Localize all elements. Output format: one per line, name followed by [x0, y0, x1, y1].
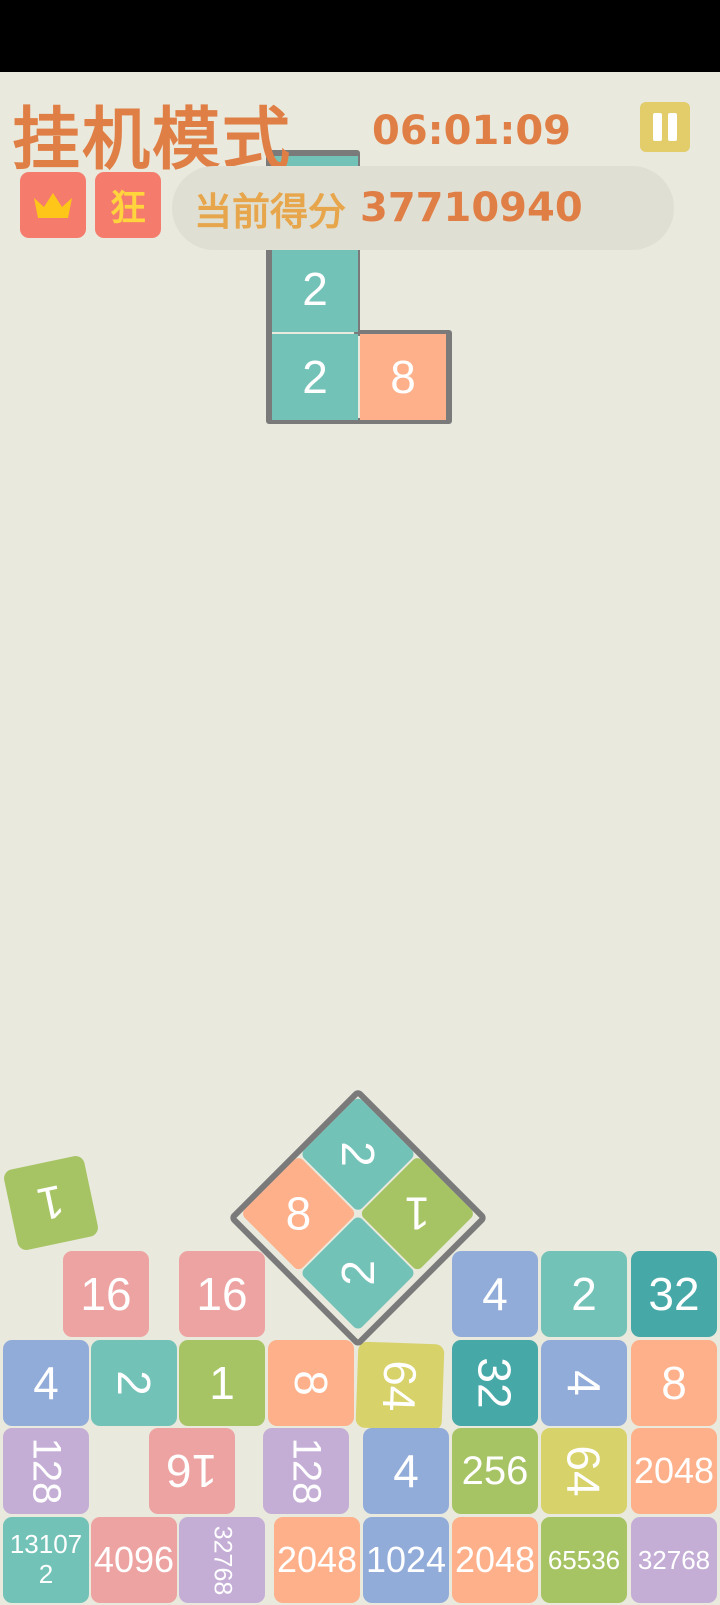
falling-piece-tile[interactable]: 2 — [272, 334, 358, 420]
board-tile[interactable]: 2048 — [631, 1428, 717, 1514]
board-tile[interactable]: 64 — [355, 1341, 445, 1431]
board-tile[interactable]: 64 — [541, 1428, 627, 1514]
score-value: 37710940 — [360, 185, 583, 231]
board-tile[interactable]: 32768 — [179, 1517, 265, 1603]
board-tile[interactable]: 4 — [541, 1340, 627, 1426]
board-tile[interactable]: 2 — [91, 1340, 177, 1426]
score-display: 当前得分 37710940 — [172, 166, 674, 250]
board-tile[interactable]: 2048 — [274, 1517, 360, 1603]
board-tile[interactable]: 8 — [631, 1340, 717, 1426]
score-label: 当前得分 — [194, 189, 347, 234]
board-tile[interactable]: 131072 — [3, 1517, 89, 1603]
board-tile[interactable]: 4096 — [91, 1517, 177, 1603]
board-tile[interactable]: 8 — [268, 1340, 354, 1426]
falling-piece-tile[interactable]: 8 — [360, 334, 446, 420]
board-tile[interactable]: 4 — [363, 1428, 449, 1514]
board-tile[interactable]: 32 — [631, 1251, 717, 1337]
board-tile[interactable]: 16 — [179, 1251, 265, 1337]
board-tile[interactable]: 4 — [3, 1340, 89, 1426]
timer: 06:01:09 — [372, 108, 571, 154]
board-tile[interactable]: 32 — [452, 1340, 538, 1426]
board-tile[interactable]: 128 — [263, 1428, 349, 1514]
crown-icon — [34, 193, 72, 218]
loose-tile[interactable]: 1 — [2, 1154, 100, 1252]
board-tile[interactable]: 128 — [3, 1428, 89, 1514]
board-tile[interactable]: 65536 — [541, 1517, 627, 1603]
board-tile[interactable]: 256 — [452, 1428, 538, 1514]
board-tile[interactable]: 1024 — [363, 1517, 449, 1603]
board-tile[interactable]: 2048 — [452, 1517, 538, 1603]
board-tile[interactable]: 2 — [541, 1251, 627, 1337]
tile-value-wrapped: 131072 — [9, 1529, 83, 1589]
board-tile[interactable]: 16 — [63, 1251, 149, 1337]
board-tile[interactable]: 16 — [149, 1428, 235, 1514]
frenzy-badge[interactable]: 狂 — [95, 172, 161, 238]
falling-piece-tile[interactable]: 2 — [272, 246, 358, 332]
status-bar — [0, 0, 720, 72]
board-tile[interactable]: 1 — [179, 1340, 265, 1426]
pause-button[interactable] — [640, 102, 690, 152]
board-tile[interactable]: 4 — [452, 1251, 538, 1337]
crown-badge[interactable] — [20, 172, 86, 238]
board-tile[interactable]: 32768 — [631, 1517, 717, 1603]
